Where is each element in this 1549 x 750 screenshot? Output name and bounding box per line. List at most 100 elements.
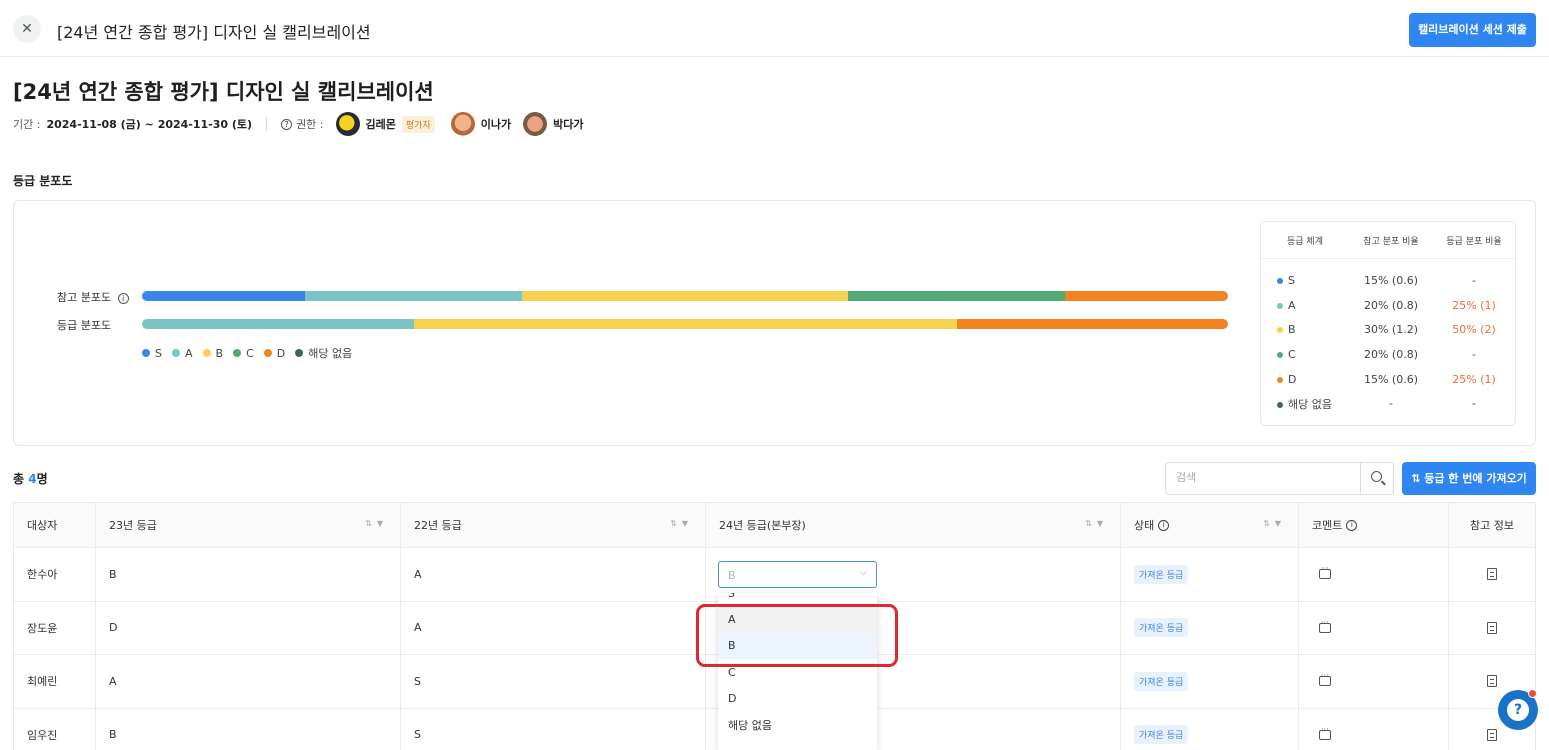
grade-ratio-row: D 15% (0.6) 25% (1) bbox=[1261, 367, 1515, 392]
grade-dot bbox=[1277, 376, 1283, 383]
document-icon[interactable] bbox=[1487, 728, 1497, 741]
target-name: 최예린 bbox=[27, 675, 58, 689]
document-icon[interactable] bbox=[1487, 621, 1497, 634]
status-badge: 가져온 등급 bbox=[1134, 564, 1189, 584]
comment-icon[interactable] bbox=[1319, 671, 1331, 687]
grade-cell: B bbox=[1261, 323, 1349, 336]
bar-segment bbox=[142, 291, 305, 301]
person-name: 박다가 bbox=[553, 118, 584, 131]
highlight-annotation bbox=[696, 604, 898, 667]
period-label: 기간 : bbox=[13, 118, 41, 131]
ref-distribution-text: 참고 분포도 bbox=[57, 291, 112, 304]
header-name: 대상자 bbox=[14, 503, 96, 547]
grade-ratio-row: A 20% (0.8) 25% (1) bbox=[1261, 293, 1515, 318]
status-badge: 가져온 등급 bbox=[1134, 725, 1189, 745]
ref-ratio-cell: - bbox=[1389, 397, 1393, 411]
period-value: 2024-11-08 (금) ~ 2024-11-30 (토) bbox=[46, 118, 253, 131]
legend-dot bbox=[233, 349, 242, 357]
grade-23: D bbox=[109, 621, 118, 635]
sort-filter-icon[interactable]: ⇅▼ bbox=[670, 519, 693, 528]
cell-comment bbox=[1299, 655, 1449, 708]
submit-session-button[interactable]: 캘리브레이션 세션 제출 bbox=[1409, 13, 1536, 47]
evaluator-badge: 평가자 bbox=[401, 115, 435, 133]
legend-label: A bbox=[184, 346, 193, 360]
sort-filter-icon[interactable]: ⇅▼ bbox=[365, 519, 388, 528]
grade-cell: 해당 없음 bbox=[1261, 396, 1349, 412]
grade-ratio-cell: - bbox=[1472, 397, 1476, 411]
grade-name: D bbox=[1288, 372, 1297, 386]
total-prefix: 총 bbox=[13, 472, 25, 486]
grade-dot bbox=[1277, 351, 1283, 358]
cell-name: 한수아 bbox=[14, 548, 96, 601]
table-header: 대상자 23년 등급 ⇅▼ 22년 등급 ⇅▼ 24년 등급(본부장) ⇅▼ 상태 i ⇅… bbox=[14, 503, 1535, 548]
grade-23: B bbox=[109, 728, 117, 742]
info-icon[interactable]: i bbox=[1158, 519, 1170, 531]
avatar bbox=[335, 112, 360, 136]
dropdown-option[interactable]: D bbox=[718, 686, 877, 712]
notification-dot bbox=[1528, 689, 1537, 698]
comment-icon[interactable] bbox=[1319, 725, 1331, 740]
legend-dot bbox=[142, 349, 150, 357]
total-number: 4 bbox=[28, 472, 37, 486]
document-icon[interactable] bbox=[1487, 675, 1497, 688]
fetch-grades-button[interactable]: ⇅ 등급 한 번에 가져오기 bbox=[1402, 462, 1536, 495]
legend-item: B bbox=[202, 347, 223, 360]
header-cell: 등급 분포 비율 bbox=[1446, 236, 1502, 247]
bar-segment bbox=[142, 319, 414, 329]
header-text: 22년 등급 bbox=[414, 519, 462, 532]
grade-ratio-cell: - bbox=[1472, 347, 1476, 361]
help-circle-icon[interactable]: ? bbox=[281, 118, 293, 130]
bar-segment bbox=[847, 291, 1066, 301]
cell-reference bbox=[1449, 602, 1535, 655]
cell-22-grade: A bbox=[401, 601, 706, 654]
grade-22: S bbox=[414, 674, 421, 688]
divider bbox=[266, 117, 268, 131]
target-name: 장도윤 bbox=[27, 621, 58, 635]
grade-select[interactable]: B ⌵ bbox=[718, 561, 877, 588]
grade-ratio-cell: 25% (1) bbox=[1452, 298, 1496, 312]
question-icon: ? bbox=[1507, 699, 1529, 721]
grade-ratio-row: B 30% (1.2) 50% (2) bbox=[1261, 317, 1515, 342]
info-icon[interactable]: i bbox=[1346, 519, 1358, 531]
cell-22-grade: S bbox=[401, 655, 706, 708]
header-text: 대상자 bbox=[27, 519, 58, 532]
page-title: [24년 연간 종합 평가] 디자인 실 캘리브레이션 bbox=[13, 80, 434, 104]
cell-reference bbox=[1449, 548, 1535, 601]
legend-item: 해당 없음 bbox=[295, 345, 352, 361]
cell-comment bbox=[1299, 601, 1449, 654]
sort-filter-icon[interactable]: ⇅▼ bbox=[1085, 519, 1108, 528]
comment-icon[interactable] bbox=[1319, 564, 1331, 580]
bar-segment bbox=[956, 319, 1228, 329]
close-button[interactable]: ✕ bbox=[13, 15, 41, 43]
grade-dot bbox=[1277, 277, 1283, 284]
header-text: 참고 정보 bbox=[1470, 519, 1514, 532]
comment-icon[interactable] bbox=[1319, 618, 1331, 633]
cell-23-grade: B bbox=[96, 548, 401, 601]
info-icon[interactable]: i bbox=[117, 293, 129, 304]
header-title: [24년 연간 종합 평가] 디자인 실 캘리브레이션 bbox=[57, 23, 371, 42]
cell-name: 최예린 bbox=[14, 655, 96, 708]
top-bar: ✕ [24년 연간 종합 평가] 디자인 실 캘리브레이션 캘리브레이션 세션 … bbox=[0, 0, 1549, 57]
legend-label: 해당 없음 bbox=[308, 347, 353, 360]
grade-ratio-cell: - bbox=[1472, 273, 1476, 287]
grade-cell: S bbox=[1261, 274, 1349, 287]
ref-ratio-cell: 15% (0.6) bbox=[1363, 372, 1419, 386]
cell-name: 장도윤 bbox=[14, 601, 96, 654]
header-cell: 참고 분포 비율 bbox=[1363, 236, 1419, 247]
legend-item: A bbox=[171, 346, 193, 360]
grade-name: 해당 없음 bbox=[1288, 397, 1332, 411]
cell-status: 가져온 등급 bbox=[1121, 601, 1299, 654]
cell-23-grade: B bbox=[96, 708, 401, 750]
grade-22: A bbox=[414, 567, 422, 581]
legend-dot bbox=[171, 349, 180, 357]
grade-distribution-label: 등급 분포도 bbox=[57, 319, 112, 332]
person-name: 이나가 bbox=[480, 118, 512, 131]
search-input[interactable] bbox=[1176, 471, 1356, 484]
dropdown-option[interactable]: 해당 없음 bbox=[718, 712, 877, 738]
target-name: 한수아 bbox=[27, 568, 58, 582]
sort-filter-icon[interactable]: ⇅▼ bbox=[1263, 519, 1286, 528]
section-title: 등급 분포도 bbox=[13, 174, 73, 188]
avatar bbox=[450, 112, 475, 136]
document-icon[interactable] bbox=[1487, 568, 1497, 581]
search-button[interactable] bbox=[1360, 463, 1393, 494]
